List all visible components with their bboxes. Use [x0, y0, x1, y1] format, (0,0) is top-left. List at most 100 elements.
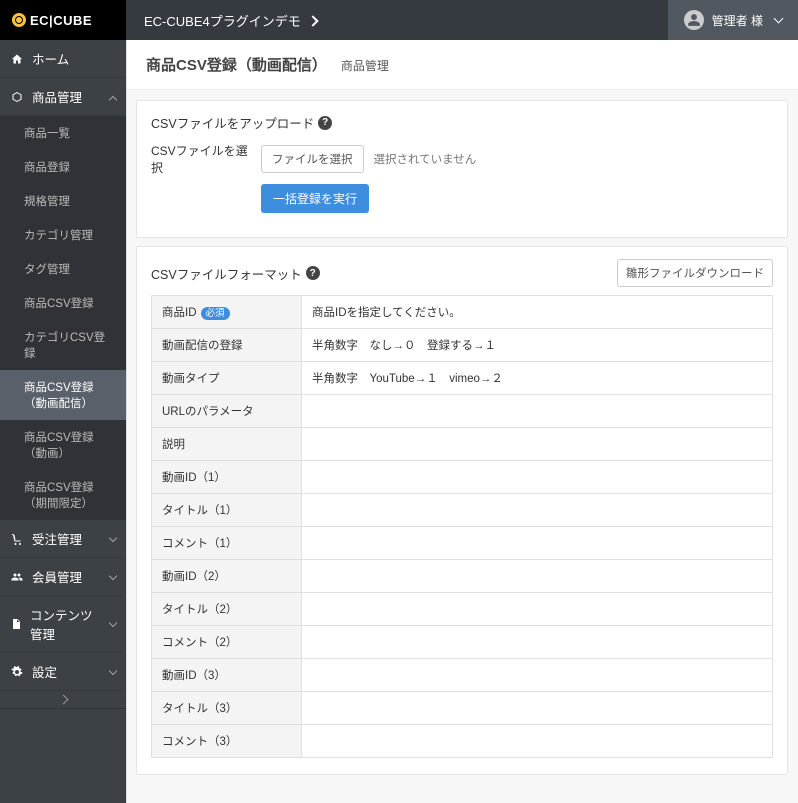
topbar-left: EC|CUBE EC-CUBE4プラグインデモ: [0, 0, 335, 40]
nav-label: 商品CSV登録（動画）: [24, 429, 116, 461]
field-desc-cell: [302, 725, 773, 758]
nav-settings[interactable]: 設定: [0, 653, 126, 691]
nav-label: 商品一覧: [24, 125, 70, 141]
nav-product-csv-period[interactable]: 商品CSV登録（期間限定）: [0, 470, 126, 520]
nav-category-csv[interactable]: カテゴリCSV登録: [0, 320, 126, 370]
nav-contents[interactable]: コンテンツ管理: [0, 596, 126, 653]
sidebar: ホーム 商品管理 商品一覧 商品登録 規格管理 カテゴリ管理 タグ管理 商品CS…: [0, 40, 126, 803]
chevron-right-icon: [309, 13, 317, 28]
avatar-icon: [684, 10, 704, 30]
upload-card: CSVファイルをアップロード ? CSVファイルを選択 ファイルを選択 選択され…: [136, 100, 788, 238]
field-desc-cell: 半角数字 なし→０ 登録する→１: [302, 329, 773, 362]
table-row: タイトル（1）: [152, 494, 773, 527]
nav-label: カテゴリCSV登録: [24, 329, 116, 361]
content: CSVファイルをアップロード ? CSVファイルを選択 ファイルを選択 選択され…: [126, 90, 798, 803]
file-icon: [10, 618, 22, 630]
table-row: 動画タイプ半角数字 YouTube→１ vimeo→２: [152, 362, 773, 395]
nav-contents-label: コンテンツ管理: [30, 605, 102, 643]
user-menu[interactable]: 管理者 様: [668, 0, 798, 40]
page-header: 商品CSV登録（動画配信） 商品管理: [126, 40, 798, 90]
field-name-cell: 商品ID必須: [152, 296, 302, 329]
plugin-demo-label: EC-CUBE4プラグインデモ: [144, 11, 301, 30]
nav-orders[interactable]: 受注管理: [0, 520, 126, 558]
chevron-down-icon: [110, 665, 116, 679]
sidebar-collapse-handle[interactable]: [0, 691, 126, 709]
choose-file-button[interactable]: ファイルを選択: [261, 145, 364, 173]
help-icon[interactable]: ?: [318, 116, 332, 130]
field-desc-cell: [302, 428, 773, 461]
nav-label: 商品CSV登録: [24, 295, 94, 311]
table-row: 動画ID（1）: [152, 461, 773, 494]
field-name-cell: 動画ID（3）: [152, 659, 302, 692]
field-name-cell: タイトル（1）: [152, 494, 302, 527]
nav-settings-label: 設定: [32, 662, 57, 681]
bulk-register-button[interactable]: 一括登録を実行: [261, 184, 369, 213]
user-label: 管理者 様: [712, 12, 763, 29]
nav-label: カテゴリ管理: [24, 227, 93, 243]
required-badge: 必須: [201, 307, 230, 320]
field-name-cell: 動画ID（2）: [152, 560, 302, 593]
nav-spec[interactable]: 規格管理: [0, 184, 126, 218]
nav-category[interactable]: カテゴリ管理: [0, 218, 126, 252]
chevron-down-icon: [110, 570, 116, 584]
table-row: コメント（1）: [152, 527, 773, 560]
chevron-down-icon: [771, 13, 782, 27]
exec-row: 一括登録を実行: [151, 184, 773, 213]
home-icon: [10, 53, 24, 65]
field-desc-cell: [302, 560, 773, 593]
template-download-button[interactable]: 雛形ファイルダウンロード: [617, 259, 773, 287]
file-select-label: CSVファイルを選択: [151, 142, 251, 176]
users-icon: [10, 571, 24, 583]
field-desc-cell: [302, 626, 773, 659]
field-name-cell: コメント（3）: [152, 725, 302, 758]
nav-product-csv[interactable]: 商品CSV登録: [0, 286, 126, 320]
nav-products-sub: 商品一覧 商品登録 規格管理 カテゴリ管理 タグ管理 商品CSV登録 カテゴリC…: [0, 116, 126, 520]
brand-logo[interactable]: EC|CUBE: [0, 0, 126, 40]
nav-label: 商品CSV登録（動画配信）: [24, 379, 116, 411]
nav-label: タグ管理: [24, 261, 70, 277]
chevron-down-icon: [110, 532, 116, 546]
gear-icon: [10, 666, 24, 678]
nav-members[interactable]: 会員管理: [0, 558, 126, 596]
page-subtitle: 商品管理: [341, 57, 389, 74]
nav-product-register[interactable]: 商品登録: [0, 150, 126, 184]
format-header: CSVファイルフォーマット ? 雛形ファイルダウンロード: [151, 259, 773, 287]
nav-products-label: 商品管理: [32, 87, 82, 106]
file-select-row: CSVファイルを選択 ファイルを選択 選択されていません: [151, 142, 773, 176]
chevron-up-icon: [110, 90, 116, 104]
table-row: 動画ID（3）: [152, 659, 773, 692]
field-name-cell: 動画タイプ: [152, 362, 302, 395]
nav-label: 商品CSV登録（期間限定）: [24, 479, 116, 511]
format-card: CSVファイルフォーマット ? 雛形ファイルダウンロード 商品ID必須商品IDを…: [136, 246, 788, 775]
nav-products[interactable]: 商品管理: [0, 78, 126, 116]
field-name-cell: コメント（2）: [152, 626, 302, 659]
field-name-cell: 動画ID（1）: [152, 461, 302, 494]
plugin-demo-link[interactable]: EC-CUBE4プラグインデモ: [126, 11, 335, 30]
field-desc-cell: [302, 395, 773, 428]
brand-text: EC|CUBE: [30, 13, 92, 28]
nav-home[interactable]: ホーム: [0, 40, 126, 78]
table-row: 動画配信の登録半角数字 なし→０ 登録する→１: [152, 329, 773, 362]
help-icon[interactable]: ?: [306, 266, 320, 280]
field-name-cell: 説明: [152, 428, 302, 461]
nav-home-label: ホーム: [32, 49, 69, 68]
field-name-cell: コメント（1）: [152, 527, 302, 560]
file-status: 選択されていません: [374, 151, 477, 167]
chevron-down-icon: [110, 617, 116, 631]
table-row: コメント（3）: [152, 725, 773, 758]
format-section-title: CSVファイルフォーマット ?: [151, 264, 320, 283]
nav-orders-label: 受注管理: [32, 529, 82, 548]
upload-section-label: CSVファイルをアップロード: [151, 113, 314, 132]
field-desc-cell: [302, 527, 773, 560]
nav-product-csv-video[interactable]: 商品CSV登録（動画）: [0, 420, 126, 470]
table-row: 動画ID（2）: [152, 560, 773, 593]
field-desc-cell: [302, 692, 773, 725]
field-desc-cell: [302, 494, 773, 527]
nav-tag[interactable]: タグ管理: [0, 252, 126, 286]
field-desc-cell: [302, 659, 773, 692]
field-name-cell: URLのパラメータ: [152, 395, 302, 428]
nav-label: 規格管理: [24, 193, 70, 209]
nav-product-list[interactable]: 商品一覧: [0, 116, 126, 150]
field-desc-cell: [302, 461, 773, 494]
nav-product-csv-video-dist[interactable]: 商品CSV登録（動画配信）: [0, 370, 126, 420]
